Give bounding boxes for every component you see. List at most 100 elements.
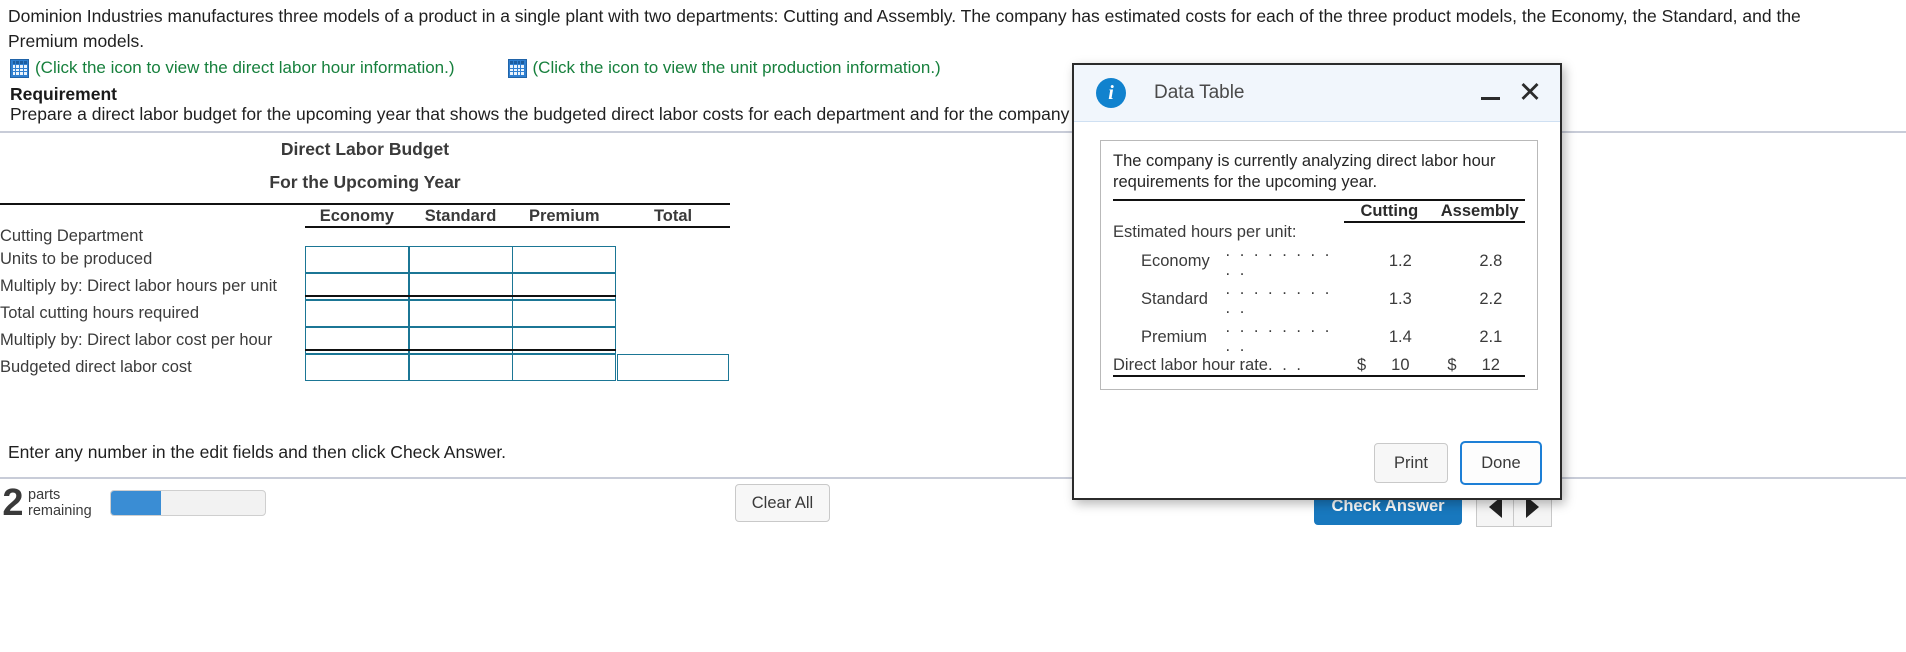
divider-top [0,131,1906,133]
labor-hours-table: Cutting Assembly Estimated hours per uni… [1113,199,1525,377]
direct-labor-budget-worksheet: Direct Labor Budget For the Upcoming Yea… [0,134,1060,381]
row-label-total-cutting-hours: Total cutting hours required [0,304,200,322]
dialog-section-row: Estimated hours per unit: [1113,222,1525,242]
input-units-premium[interactable] [512,246,617,273]
parts-remaining-label: parts remaining [28,487,92,519]
section-row-cutting-department: Cutting Department [0,227,730,246]
info-circle-icon: i [1096,78,1126,108]
dialog-header-assembly: Assembly [1434,202,1525,223]
input-dlcost-premium[interactable] [512,327,617,354]
header-blank [0,207,305,227]
cell-dlhours-economy [305,273,409,300]
input-units-economy[interactable] [305,246,409,273]
header-economy: Economy [305,207,409,228]
parts-word: parts [28,487,61,503]
dialog-title: Data Table [1154,82,1245,103]
data-panel: The company is currently analyzing direc… [1100,140,1538,390]
table-row: Multiply by: Direct labor hours per unit [0,273,730,300]
dialog-header-blank2 [1226,202,1345,222]
input-cuttinghours-economy[interactable] [305,300,409,327]
minimize-button[interactable] [1470,74,1510,114]
cell-dlcost-standard [408,327,513,354]
divider-bottom [0,477,1906,479]
panel-intro-text: The company is currently analyzing direc… [1113,152,1496,191]
dialog-row-assembly-currency: $ [1434,356,1457,377]
dialog-row-cutting-economy: 1.2 [1388,251,1412,270]
dialog-row-label-standard: Standard [1141,289,1208,308]
table-row: Total cutting hours required [0,300,730,327]
cell-dlcost-premium [512,327,617,354]
budget-table: Economy Standard Premium Total Cutting D… [0,203,730,381]
header-total: Total [616,207,730,228]
input-cuttinghours-premium[interactable] [512,300,617,327]
worksheet-subtitle: For the Upcoming Year [269,172,461,192]
cell-units-standard [408,246,513,273]
dialog-row-cutting-currency: $ [1344,356,1367,377]
cell-dlhours-premium [512,273,617,300]
dialog-row-cutting-cur-economy [1344,242,1366,280]
dialog-row-label-rate: Direct labor hour rate [1113,356,1268,377]
input-dlcost-economy[interactable] [305,327,409,354]
grid-table-icon[interactable] [507,58,527,78]
cell-dlcost-total [616,327,730,354]
input-dlhours-economy[interactable] [305,273,409,300]
close-button[interactable]: ✕ [1510,74,1550,114]
dialog-section-label: Estimated hours per unit: [1113,223,1297,241]
grid-table-icon[interactable] [10,58,29,78]
dialog-row-assembly-standard: 2.2 [1479,289,1503,308]
input-budgeted-economy[interactable] [305,354,409,381]
input-dlcost-standard[interactable] [408,327,513,354]
unit-production-info-link[interactable]: (Click the icon to view the unit product… [507,58,941,78]
cell-budgeted-total [616,354,730,381]
data-table-links: (Click the icon to view the direct labor… [10,58,989,78]
requirement-heading: Requirement [10,84,117,104]
cell-budgeted-economy [305,354,409,381]
input-cuttinghours-standard[interactable] [408,300,513,327]
direct-labor-hour-info-link[interactable]: (Click the icon to view the direct labor… [10,58,455,78]
remaining-word: remaining [28,503,92,519]
done-button[interactable]: Done [1460,441,1542,485]
cell-dlhours-standard [408,273,513,300]
input-budgeted-standard[interactable] [408,354,513,381]
dialog-row-assembly-cur-economy [1435,242,1457,280]
cell-units-economy [305,246,409,273]
header-standard: Standard [408,207,513,228]
print-button[interactable]: Print [1374,443,1448,483]
cell-dlcost-economy [305,327,409,354]
dialog-window-controls: ✕ [1470,65,1550,122]
table-row: Economy . . . . . . . . . . 1.2 2.8 [1113,242,1525,280]
cell-budgeted-standard [408,354,513,381]
table-row: Premium . . . . . . . . . . 1.4 2.1 [1113,318,1525,356]
parts-remaining-indicator: 2 parts remaining [0,484,266,522]
dialog-body: The company is currently analyzing direc… [1074,122,1560,390]
direct-labor-hour-info-label[interactable]: (Click the icon to view the direct labor… [35,58,455,78]
dialog-row-dots-standard: . . . . . . . . . . [1225,280,1332,317]
input-units-standard[interactable] [408,246,513,273]
progress-bar-fill [110,491,162,515]
input-budgeted-total[interactable] [617,354,730,381]
dialog-row-cutting-premium: 1.4 [1388,327,1412,346]
dialog-titlebar: i Data Table ✕ [1074,65,1560,122]
dialog-row-label-economy: Economy [1141,251,1210,270]
header-premium: Premium [512,207,617,228]
table-row: Standard . . . . . . . . . . 1.3 2.2 [1113,280,1525,318]
cell-cuttinghours-economy [305,300,409,327]
input-budgeted-premium[interactable] [512,354,617,381]
input-dlhours-standard[interactable] [408,273,513,300]
clear-all-button[interactable]: Clear All [735,484,830,522]
unit-production-info-label[interactable]: (Click the icon to view the unit product… [533,58,941,78]
dialog-row-assembly-rate: 12 [1456,356,1525,377]
cell-cuttinghours-standard [408,300,513,327]
data-table-dialog: i Data Table ✕ The company is currently … [1072,63,1562,500]
dialog-row-assembly-cur-premium [1435,318,1457,356]
minimize-icon [1480,97,1500,100]
exercise-page: Dominion Industries manufactures three m… [0,0,1906,652]
cell-cuttinghours-total [616,300,730,327]
close-icon: ✕ [1517,77,1543,109]
worksheet-title: Direct Labor Budget [280,139,450,159]
row-label-budgeted-dl-cost: Budgeted direct labor cost [0,358,192,376]
input-dlhours-premium[interactable] [512,273,617,300]
dialog-row-cutting-rate: 10 [1366,356,1435,377]
parts-remaining-count: 2 [2,482,24,524]
row-label-cutting-department: Cutting Department [0,227,144,245]
